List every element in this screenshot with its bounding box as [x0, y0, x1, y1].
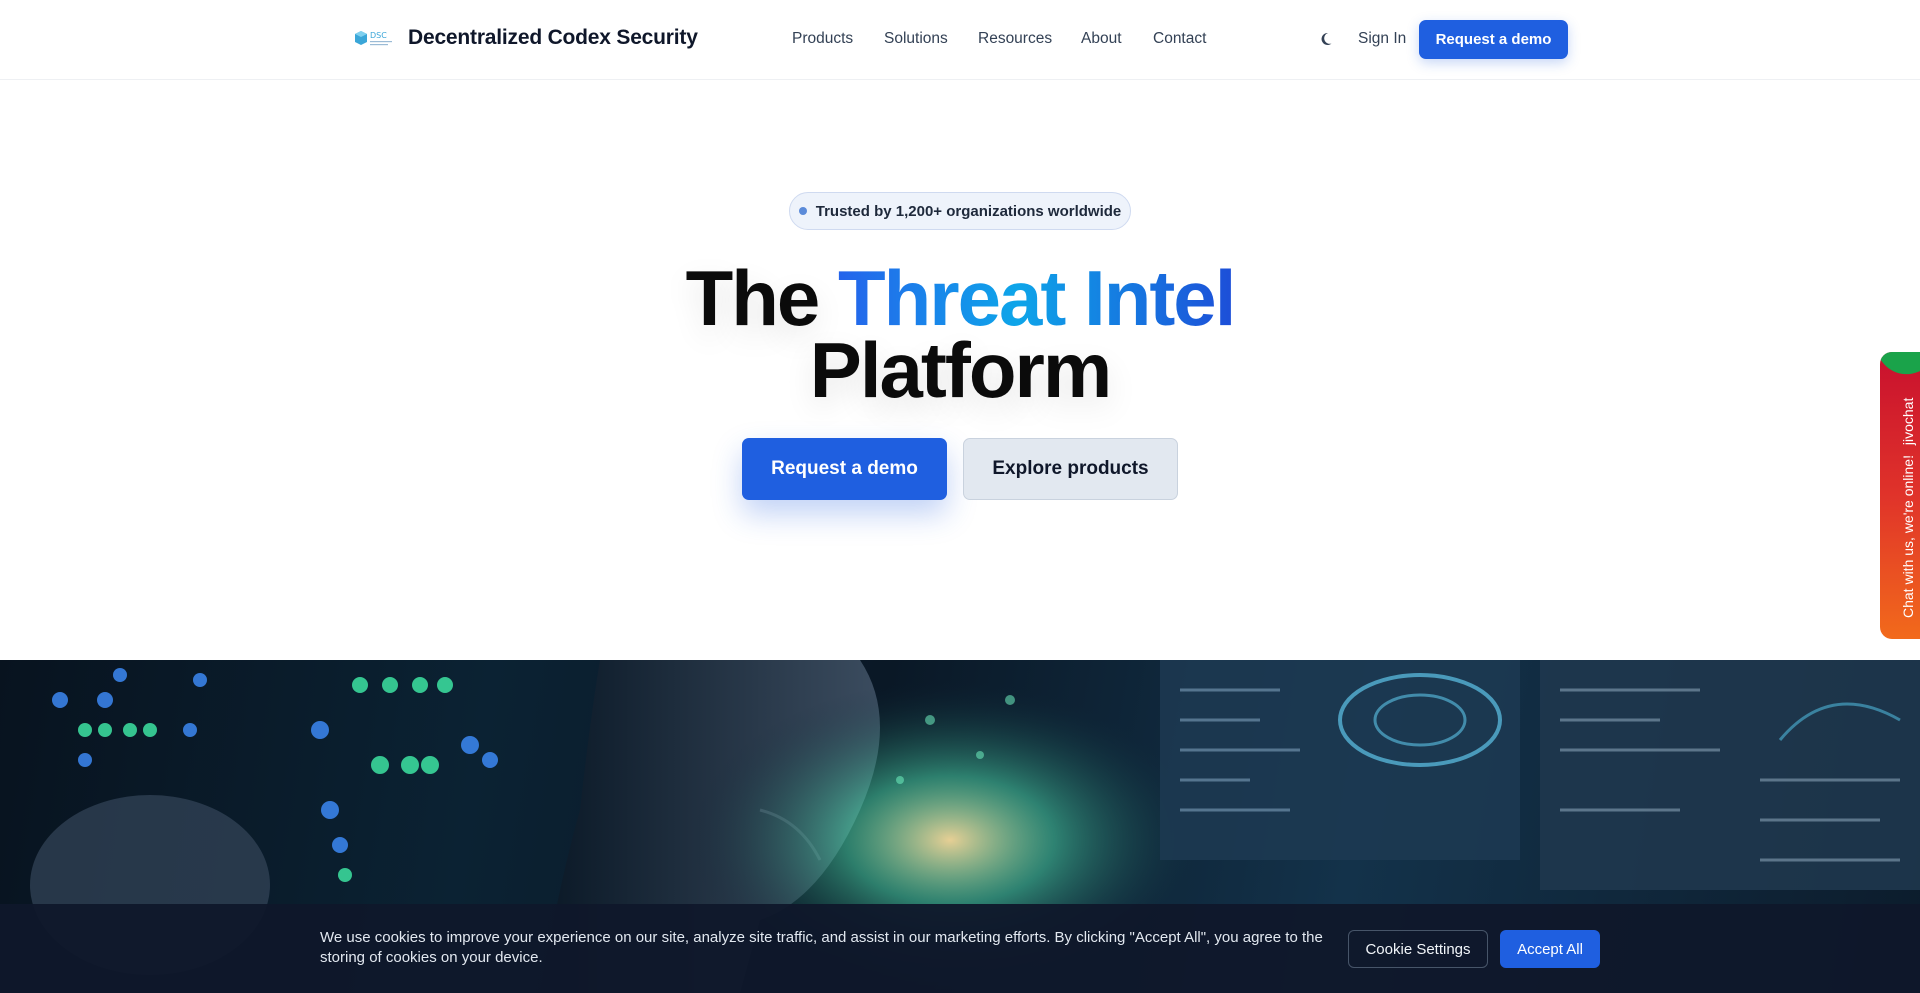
explore-products-button[interactable]: Explore products [963, 438, 1178, 500]
chat-label-text: Chat with us, we're online! [1900, 455, 1916, 618]
logo-text: DSC [370, 31, 387, 40]
header-request-demo-button[interactable]: Request a demo [1419, 20, 1568, 59]
trust-badge: Trusted by 1,200+ organizations worldwid… [789, 192, 1131, 230]
badge-dot-icon [798, 207, 807, 215]
moon-icon[interactable] [1318, 29, 1338, 49]
hero-title-line2: Platform [809, 326, 1112, 414]
cookie-banner: We use cookies to improve your experienc… [0, 904, 1920, 993]
nav-solutions[interactable]: Solutions [884, 30, 948, 48]
chat-widget-tab[interactable]: Chat with us, we're online! jivochat [1880, 352, 1920, 639]
cookie-settings-button[interactable]: Cookie Settings [1348, 930, 1488, 968]
nav-contact[interactable]: Contact [1153, 30, 1206, 48]
chat-widget-label: Chat with us, we're online! jivochat [1900, 378, 1916, 618]
nav-about[interactable]: About [1081, 30, 1122, 48]
sign-in-link[interactable]: Sign In [1358, 30, 1406, 48]
chat-brand: jivochat [1900, 397, 1916, 446]
nav-resources[interactable]: Resources [978, 30, 1052, 48]
accept-all-button[interactable]: Accept All [1500, 930, 1600, 968]
hero-request-demo-button[interactable]: Request a demo [742, 438, 947, 500]
badge-text: Trusted by 1,200+ organizations worldwid… [815, 202, 1122, 220]
logo-icon[interactable]: DSC [355, 28, 395, 50]
site-header: DSC Decentralized Codex Security Product… [0, 0, 1920, 80]
brand-name[interactable]: Decentralized Codex Security [408, 26, 698, 50]
nav-products[interactable]: Products [792, 30, 853, 48]
cookie-banner-text: We use cookies to improve your experienc… [320, 929, 1323, 966]
